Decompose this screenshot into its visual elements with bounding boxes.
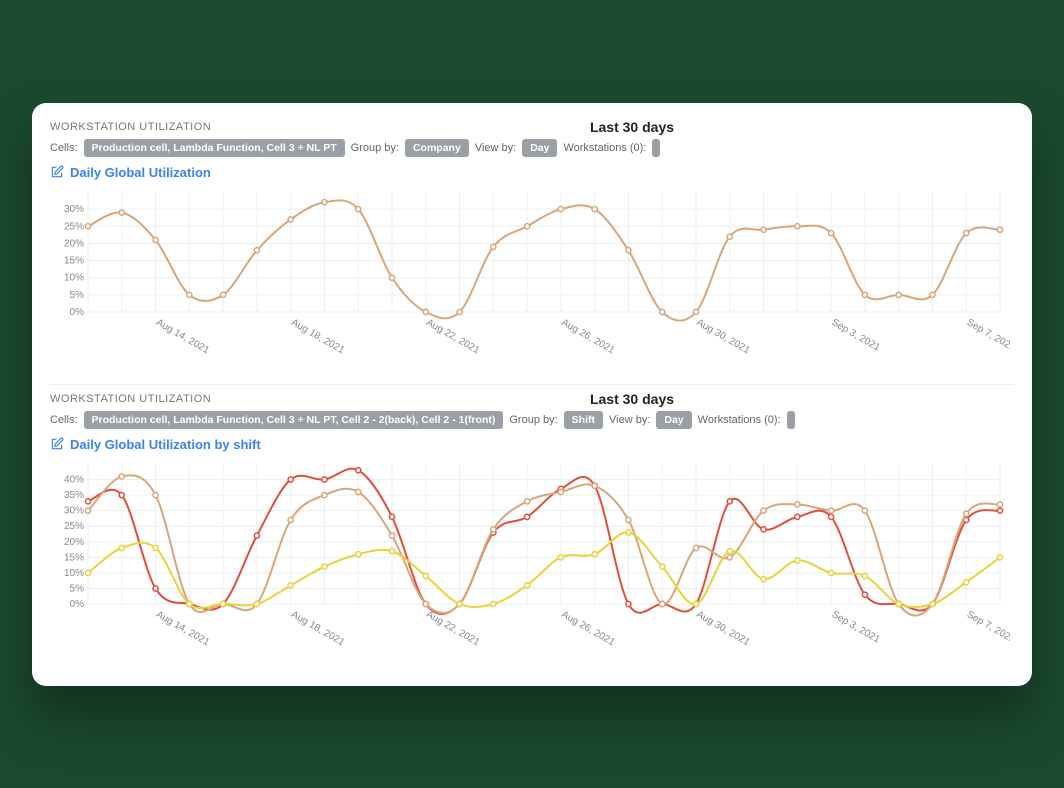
edit-icon[interactable]: [50, 437, 64, 451]
filter-bar: Cells: Production cell, Lambda Function,…: [50, 411, 1014, 429]
svg-text:40%: 40%: [64, 474, 84, 485]
chart-title[interactable]: Daily Global Utilization by shift: [70, 437, 261, 452]
edit-icon[interactable]: [50, 165, 64, 179]
svg-text:Aug 22, 2021: Aug 22, 2021: [424, 317, 481, 356]
panel-workstation-1: WORKSTATION UTILIZATION Last 30 days Cel…: [50, 121, 1014, 374]
svg-text:35%: 35%: [64, 490, 84, 501]
svg-text:30%: 30%: [64, 505, 84, 516]
svg-text:5%: 5%: [70, 583, 85, 594]
svg-text:20%: 20%: [64, 238, 84, 249]
cells-label: Cells:: [50, 414, 78, 426]
svg-text:Aug 18, 2021: Aug 18, 2021: [289, 609, 346, 648]
svg-text:10%: 10%: [64, 567, 84, 578]
svg-text:10%: 10%: [64, 272, 84, 283]
groupby-chip[interactable]: Company: [405, 139, 469, 157]
groupby-chip[interactable]: Shift: [564, 411, 603, 429]
chart-daily-global-shift: 0% 5% 10% 15% 20% 25% 30% 35% 40% Aug 14, 2021 Aug…: [50, 456, 1010, 666]
svg-text:15%: 15%: [64, 255, 84, 266]
svg-text:25%: 25%: [64, 521, 84, 532]
viewby-chip[interactable]: Day: [656, 411, 691, 429]
dashboard-card: WORKSTATION UTILIZATION Last 30 days Cel…: [32, 103, 1032, 686]
groupby-label: Group by:: [351, 142, 399, 154]
svg-text:0%: 0%: [70, 599, 85, 610]
period-title: Last 30 days: [590, 391, 674, 407]
svg-text:25%: 25%: [64, 221, 84, 232]
svg-text:15%: 15%: [64, 552, 84, 563]
svg-text:Aug 30, 2021: Aug 30, 2021: [695, 317, 752, 356]
groupby-label: Group by:: [509, 414, 557, 426]
chart-svg: 0% 5% 10% 15% 20% 25% 30% 35% 40% Aug 14, 2021 Aug…: [50, 456, 1010, 666]
workstations-chip[interactable]: [787, 411, 795, 429]
chart-title[interactable]: Daily Global Utilization: [70, 165, 211, 180]
viewby-label: View by:: [475, 142, 516, 154]
chart-svg: 0% 5% 10% 15% 20% 25% 30% Aug 14, 2021 Aug 18, 2…: [50, 184, 1010, 374]
workstations-chip[interactable]: [652, 139, 660, 157]
cells-chip[interactable]: Production cell, Lambda Function, Cell 3…: [84, 411, 504, 429]
workstations-label: Workstations (0):: [563, 142, 646, 154]
svg-text:5%: 5%: [70, 289, 85, 300]
svg-text:Aug 26, 2021: Aug 26, 2021: [559, 609, 616, 648]
chart-daily-global: 0% 5% 10% 15% 20% 25% 30% Aug 14, 2021 Aug 18, 2…: [50, 184, 1010, 374]
viewby-label: View by:: [609, 414, 650, 426]
svg-text:Aug 30, 2021: Aug 30, 2021: [695, 609, 752, 648]
svg-text:20%: 20%: [64, 536, 84, 547]
viewby-chip[interactable]: Day: [522, 139, 557, 157]
cells-chip[interactable]: Production cell, Lambda Function, Cell 3…: [84, 139, 345, 157]
svg-text:30%: 30%: [64, 204, 84, 215]
svg-text:Aug 14, 2021: Aug 14, 2021: [154, 609, 211, 648]
svg-text:0%: 0%: [70, 307, 85, 318]
period-title: Last 30 days: [590, 119, 674, 135]
svg-text:Sep 3, 2021: Sep 3, 2021: [830, 317, 883, 354]
panel-workstation-2: WORKSTATION UTILIZATION Last 30 days Cel…: [50, 384, 1014, 666]
filter-bar: Cells: Production cell, Lambda Function,…: [50, 139, 1014, 157]
svg-text:Aug 14, 2021: Aug 14, 2021: [154, 317, 211, 356]
svg-text:Sep 3, 2021: Sep 3, 2021: [830, 609, 883, 646]
section-title: WORKSTATION UTILIZATION: [50, 121, 211, 133]
svg-text:Sep 7, 2021: Sep 7, 2021: [965, 609, 1010, 646]
section-title: WORKSTATION UTILIZATION: [50, 393, 211, 405]
svg-text:Sep 7, 2021: Sep 7, 2021: [965, 317, 1010, 354]
svg-text:Aug 26, 2021: Aug 26, 2021: [559, 317, 616, 356]
svg-text:Aug 22, 2021: Aug 22, 2021: [424, 609, 481, 648]
cells-label: Cells:: [50, 142, 78, 154]
workstations-label: Workstations (0):: [698, 414, 781, 426]
svg-text:Aug 18, 2021: Aug 18, 2021: [289, 317, 346, 356]
